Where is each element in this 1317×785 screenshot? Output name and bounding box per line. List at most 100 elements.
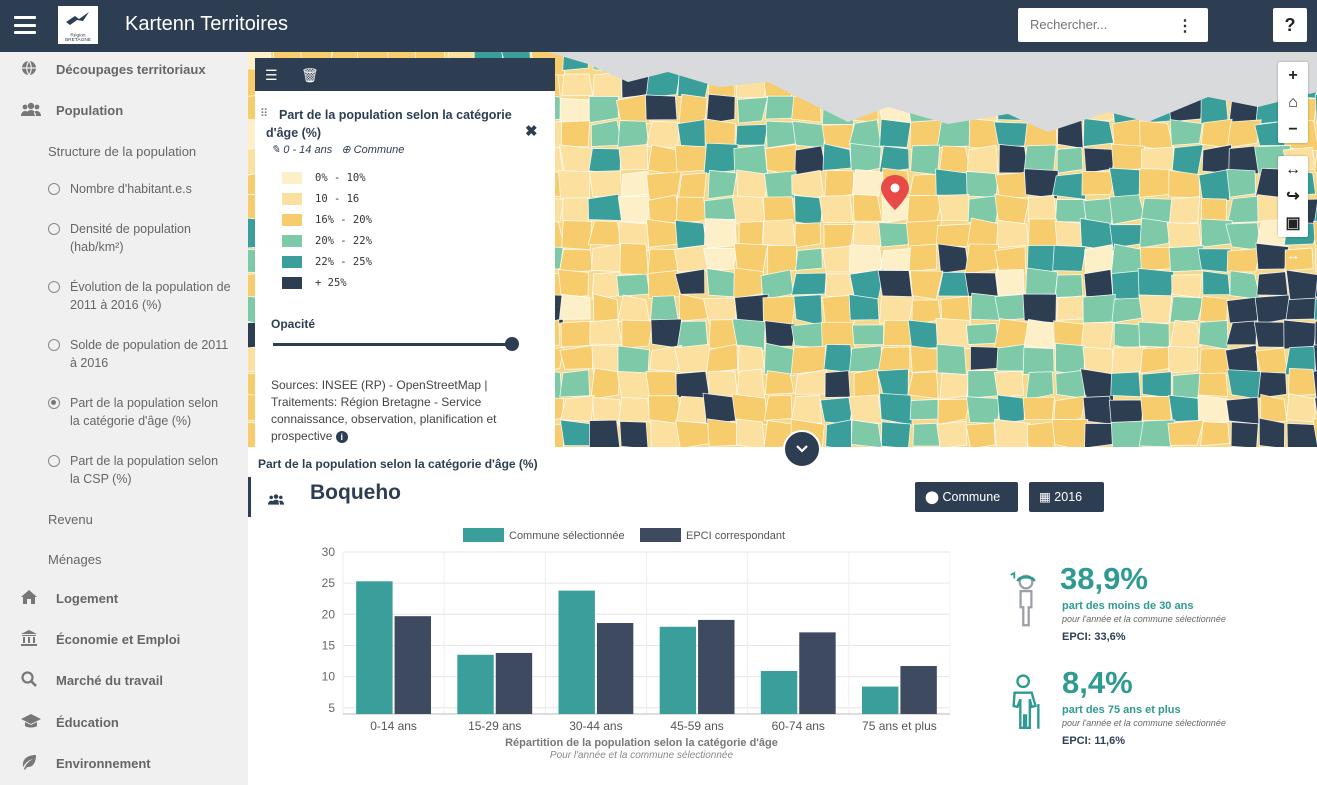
commune-shape[interactable] [964,272,999,298]
commune-shape[interactable] [674,219,707,250]
radio-label[interactable]: Densité de population (hab/km²) [70,220,220,256]
commune-shape[interactable] [1283,319,1317,350]
commune-shape[interactable] [735,123,769,146]
info-icon[interactable]: i [335,431,348,443]
commune-shape[interactable] [675,196,709,225]
commune-shape[interactable] [935,168,972,198]
commune-shape[interactable] [1022,396,1055,420]
commune-shape[interactable] [1197,372,1229,397]
chart-bar[interactable] [861,686,899,714]
commune-shape[interactable] [935,317,972,349]
commune-shape[interactable] [1256,271,1289,296]
commune-shape[interactable] [1226,119,1262,149]
commune-shape[interactable] [1197,248,1232,273]
commune-shape[interactable] [1141,371,1172,399]
commune-shape[interactable] [792,120,826,149]
commune-shape[interactable] [1198,320,1229,351]
commune-shape[interactable] [589,318,623,346]
commune-shape[interactable] [619,243,649,276]
commune-shape[interactable] [590,119,623,147]
commune-shape[interactable] [645,371,679,398]
trash-icon[interactable]: 🗑 [301,67,319,84]
commune-shape[interactable] [1168,394,1202,423]
radio-label[interactable]: Évolution de la population de 2011 à 201… [70,278,238,314]
commune-shape[interactable] [1225,320,1258,346]
commune-shape[interactable] [763,394,793,421]
commune-shape[interactable] [1285,297,1317,321]
commune-shape[interactable] [703,247,738,271]
commune-shape[interactable] [675,420,710,447]
commune-shape[interactable] [1167,345,1199,374]
commune-shape[interactable] [1229,270,1261,300]
commune-shape[interactable] [851,169,885,197]
commune-shape[interactable] [1198,169,1231,202]
commune-shape[interactable] [622,170,649,198]
chart-bar[interactable] [356,581,393,714]
commune-shape[interactable] [617,294,650,322]
commune-shape[interactable] [793,294,823,327]
commune-shape[interactable] [1200,421,1230,447]
commune-shape[interactable] [735,418,766,447]
commune-shape[interactable] [936,118,973,148]
measure-button[interactable]: ↔ [1278,156,1308,183]
commune-shape[interactable] [1052,244,1087,272]
commune-shape[interactable] [591,243,621,273]
commune-shape[interactable] [703,218,737,249]
commune-shape[interactable] [588,419,621,447]
radio-densite[interactable] [48,223,60,235]
year-button[interactable]: ▦ 2016 [1029,482,1104,512]
commune-shape[interactable] [848,394,883,424]
commune-shape[interactable] [1257,371,1288,399]
commune-shape[interactable] [621,319,654,350]
commune-shape[interactable] [823,343,853,373]
commune-shape[interactable] [1026,421,1056,447]
commune-shape[interactable] [849,142,882,175]
commune-shape[interactable] [877,269,913,301]
radio-csp[interactable] [48,455,60,467]
commune-shape[interactable] [994,193,1030,224]
commune-shape[interactable] [616,370,651,401]
commune-shape[interactable] [1285,269,1317,301]
commune-shape[interactable] [559,394,595,422]
commune-shape[interactable] [1166,222,1202,250]
commune-shape[interactable] [764,95,797,120]
sidebar-item-logement[interactable]: Logement [0,583,248,611]
commune-shape[interactable] [703,196,739,222]
commune-shape[interactable] [965,422,996,447]
commune-shape[interactable] [1051,419,1089,447]
commune-shape[interactable] [824,169,855,200]
commune-shape[interactable] [1202,270,1231,296]
commune-shape[interactable] [1108,399,1144,423]
menu-icon[interactable] [14,16,36,34]
commune-shape[interactable] [1080,321,1114,350]
commune-shape[interactable] [790,345,827,375]
commune-shape[interactable] [936,420,968,447]
commune-shape[interactable] [1171,274,1202,299]
commune-shape[interactable] [560,320,592,348]
commune-shape[interactable] [1055,369,1085,399]
commune-shape[interactable] [1140,346,1172,374]
commune-shape[interactable] [678,172,707,199]
commune-shape[interactable] [993,418,1031,447]
commune-shape[interactable] [733,267,765,300]
commune-shape[interactable] [853,368,881,400]
commune-shape[interactable] [560,120,591,148]
home-view-button[interactable]: ⌂ [1278,89,1308,116]
commune-shape[interactable] [707,169,738,200]
commune-shape[interactable] [937,194,971,221]
commune-shape[interactable] [674,343,710,374]
commune-shape[interactable] [674,144,709,173]
commune-shape[interactable] [1023,318,1055,350]
chart-legend-swatch[interactable] [463,528,504,542]
commune-shape[interactable] [1226,369,1262,400]
commune-shape[interactable] [559,97,594,123]
close-icon[interactable]: ✖ [525,122,538,140]
collapse-map-button[interactable] [783,430,821,468]
list-icon[interactable]: ☰ [265,67,278,84]
commune-shape[interactable] [998,143,1029,174]
commune-shape[interactable] [996,219,1029,249]
arrows-icon[interactable]: ↔ [1278,247,1308,269]
commune-shape[interactable] [1168,319,1203,351]
commune-shape[interactable] [678,293,710,322]
commune-shape[interactable] [561,73,594,97]
